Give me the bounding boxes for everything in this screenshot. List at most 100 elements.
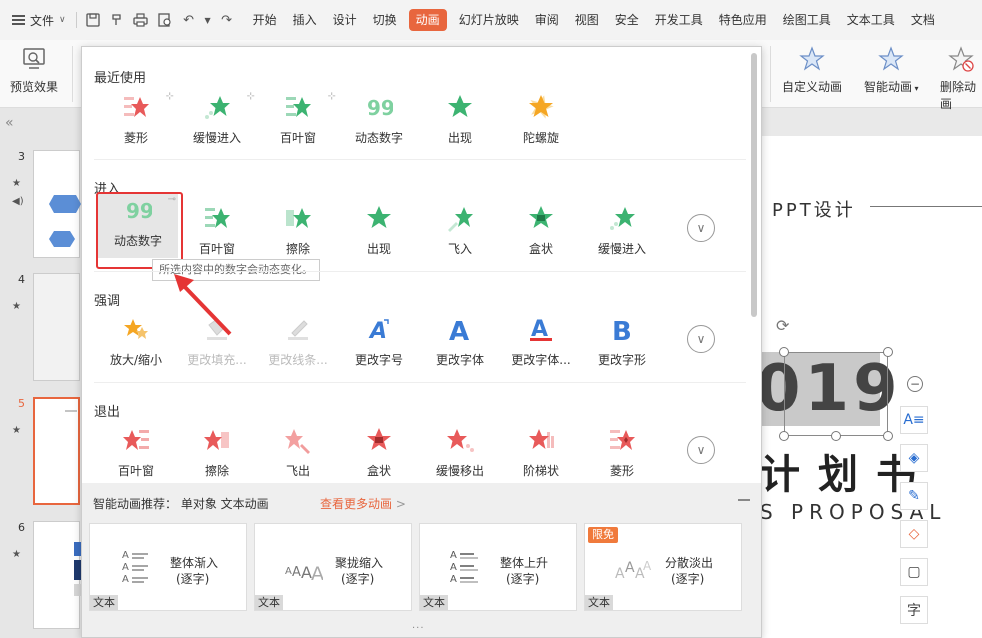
delete-star-icon xyxy=(948,46,974,72)
anim-item-exit-blinds[interactable]: 百叶窗 xyxy=(96,424,176,488)
pin-icon[interactable]: ⊹ xyxy=(328,91,336,102)
print-preview-icon[interactable] xyxy=(155,0,175,40)
smart-card-rise[interactable]: AAA 整体上升 (逐字) 文本 xyxy=(419,523,577,611)
anim-item-blinds[interactable]: 百叶窗 ⊹ xyxy=(258,91,338,155)
anim-item-exit-diamond[interactable]: 菱形 xyxy=(582,424,662,488)
anim-item-change-font-size[interactable]: A 更改字号 xyxy=(339,313,419,377)
frame-icon[interactable]: ▢ xyxy=(900,558,928,586)
resize-handle[interactable] xyxy=(779,431,789,441)
anim-item-diamond[interactable]: 菱形 ⊹ xyxy=(96,91,176,155)
animation-star-icon: ★ xyxy=(12,301,21,312)
font-icon: A xyxy=(449,317,469,343)
divider xyxy=(75,12,77,28)
anim-item-change-font-style[interactable]: B 更改字形 xyxy=(582,313,662,377)
appear-anim-icon xyxy=(367,206,391,228)
delete-animation-button[interactable]: 删除动画 xyxy=(940,46,982,112)
slide-thumbnail[interactable] xyxy=(33,273,80,381)
smart-star-icon xyxy=(878,46,905,71)
resize-handle[interactable] xyxy=(883,431,893,441)
tab-insert[interactable]: 插入 xyxy=(285,9,325,31)
anim-item-exit-stairs[interactable]: 阶梯状 xyxy=(501,424,581,488)
tab-text-tools[interactable]: 文本工具 xyxy=(839,9,903,31)
anim-item-enter-wipe[interactable]: 擦除 xyxy=(258,202,338,266)
smart-card-scatter-fade[interactable]: 限免 AAAA 分散淡出 (逐字) 文本 xyxy=(584,523,742,611)
resize-handle[interactable] xyxy=(883,347,893,357)
tab-view[interactable]: 视图 xyxy=(567,9,607,31)
slide-thumbnail-selected[interactable] xyxy=(33,397,80,505)
pen-icon[interactable]: ✎ xyxy=(900,482,928,510)
slide-thumbnail[interactable] xyxy=(33,150,81,258)
fill-icon[interactable]: ◇ xyxy=(900,520,928,548)
preview-button[interactable]: 预览效果 xyxy=(10,46,58,95)
svg-text:A: A xyxy=(122,550,129,561)
tab-design[interactable]: 设计 xyxy=(325,9,365,31)
undo-icon[interactable]: ↶ xyxy=(179,0,199,40)
redo-icon[interactable]: ↷ xyxy=(217,0,237,40)
undo-dropdown-icon[interactable]: ▼ xyxy=(203,0,213,40)
view-more-animations-link[interactable]: 查看更多动画 > xyxy=(320,495,406,512)
tab-review[interactable]: 审阅 xyxy=(527,9,567,31)
file-menu-label: 文件 xyxy=(30,13,55,28)
rotate-handle-icon[interactable]: ⟳ xyxy=(776,316,794,335)
text-style-icon[interactable]: A≡ xyxy=(900,406,928,434)
anim-item-change-line[interactable]: 更改线条... xyxy=(258,313,338,377)
more-dots-icon[interactable]: ··· xyxy=(412,623,425,634)
anim-item-exit-slow-out[interactable]: 缓慢移出 xyxy=(420,424,500,488)
tab-features[interactable]: 特色应用 xyxy=(711,9,775,31)
anim-item-enter-box[interactable]: 盒状 xyxy=(501,202,581,266)
tab-developer[interactable]: 开发工具 xyxy=(647,9,711,31)
tab-slideshow[interactable]: 幻灯片放映 xyxy=(451,9,527,31)
anim-item-zoom[interactable]: 放大/缩小 xyxy=(96,313,176,377)
resize-handle[interactable] xyxy=(831,431,841,441)
section-title-exit: 退出 xyxy=(94,405,121,420)
scrollbar[interactable] xyxy=(751,53,757,317)
smart-card-gather-shrink[interactable]: AAAA 聚拢缩入 (逐字) 文本 xyxy=(254,523,412,611)
anim-item-enter-blinds[interactable]: 百叶窗 xyxy=(177,202,257,266)
smart-animation-button[interactable]: 智能动画 ▾ xyxy=(864,46,919,95)
anim-item-exit-fly-out[interactable]: 飞出 xyxy=(258,424,338,488)
anim-item-enter-appear[interactable]: 出现 xyxy=(339,202,419,266)
print-icon[interactable] xyxy=(131,0,151,40)
anim-item-enter-fly-in[interactable]: 飞入 xyxy=(420,202,500,266)
appear-anim-icon xyxy=(448,95,472,117)
text-gather-icon: AAAA xyxy=(285,563,323,585)
expand-enter-button[interactable]: ∨ xyxy=(687,214,715,242)
tab-transition[interactable]: 切换 xyxy=(365,9,405,31)
star-icon xyxy=(799,46,825,71)
expand-emphasis-button[interactable]: ∨ xyxy=(687,325,715,353)
wipe-anim-icon xyxy=(286,208,311,228)
anim-item-spin[interactable]: 陀螺旋 xyxy=(501,91,581,155)
custom-animation-button[interactable]: 自定义动画 xyxy=(782,46,842,95)
collapse-panel-icon[interactable]: « xyxy=(0,108,80,138)
anim-item-change-font[interactable]: A 更改字体 xyxy=(420,313,500,377)
pin-icon[interactable]: ⊹ xyxy=(247,91,255,102)
slide-canvas[interactable]: PPT设计 019 ⟳ 计划书 S PROPOSAL − A≡ ◈ ✎ ◇ ▢ … xyxy=(756,136,982,638)
anim-item-appear[interactable]: 出现 xyxy=(420,91,500,155)
font-style-icon: B xyxy=(612,317,632,343)
slide-thumbnail[interactable] xyxy=(33,521,81,629)
tab-document[interactable]: 文档 xyxy=(903,9,943,31)
pin-icon[interactable]: ⊹ xyxy=(166,91,174,102)
collapse-icon[interactable]: − xyxy=(907,376,923,392)
expand-exit-button[interactable]: ∨ xyxy=(687,436,715,464)
anim-item-dynamic-number[interactable]: 99 动态数字 xyxy=(339,91,419,155)
anim-item-slow-enter[interactable]: 缓慢进入 ⊹ xyxy=(177,91,257,155)
file-menu[interactable]: 文件 ∨ xyxy=(0,0,66,40)
collapse-icon[interactable] xyxy=(738,499,750,501)
animation-star-icon: ★ xyxy=(12,178,21,189)
anim-item-enter-slow-enter[interactable]: 缓慢进入 xyxy=(582,202,662,266)
save-icon[interactable] xyxy=(83,0,103,40)
format-painter-icon[interactable] xyxy=(107,0,127,40)
anim-item-exit-wipe[interactable]: 擦除 xyxy=(177,424,257,488)
anim-item-exit-box[interactable]: 盒状 xyxy=(339,424,419,488)
anim-item-change-font-color[interactable]: A 更改字体... xyxy=(501,313,581,377)
layers-icon[interactable]: ◈ xyxy=(900,444,928,472)
smart-card-fade-in[interactable]: AAA 整体渐入 (逐字) 文本 xyxy=(89,523,247,611)
tab-home[interactable]: 开始 xyxy=(245,9,285,31)
resize-handle[interactable] xyxy=(779,347,789,357)
tab-security[interactable]: 安全 xyxy=(607,9,647,31)
tab-animation[interactable]: 动画 xyxy=(408,9,447,31)
slide-number: 6 xyxy=(18,521,25,534)
tab-drawing-tools[interactable]: 绘图工具 xyxy=(775,9,839,31)
character-icon[interactable]: 字 xyxy=(900,596,928,624)
